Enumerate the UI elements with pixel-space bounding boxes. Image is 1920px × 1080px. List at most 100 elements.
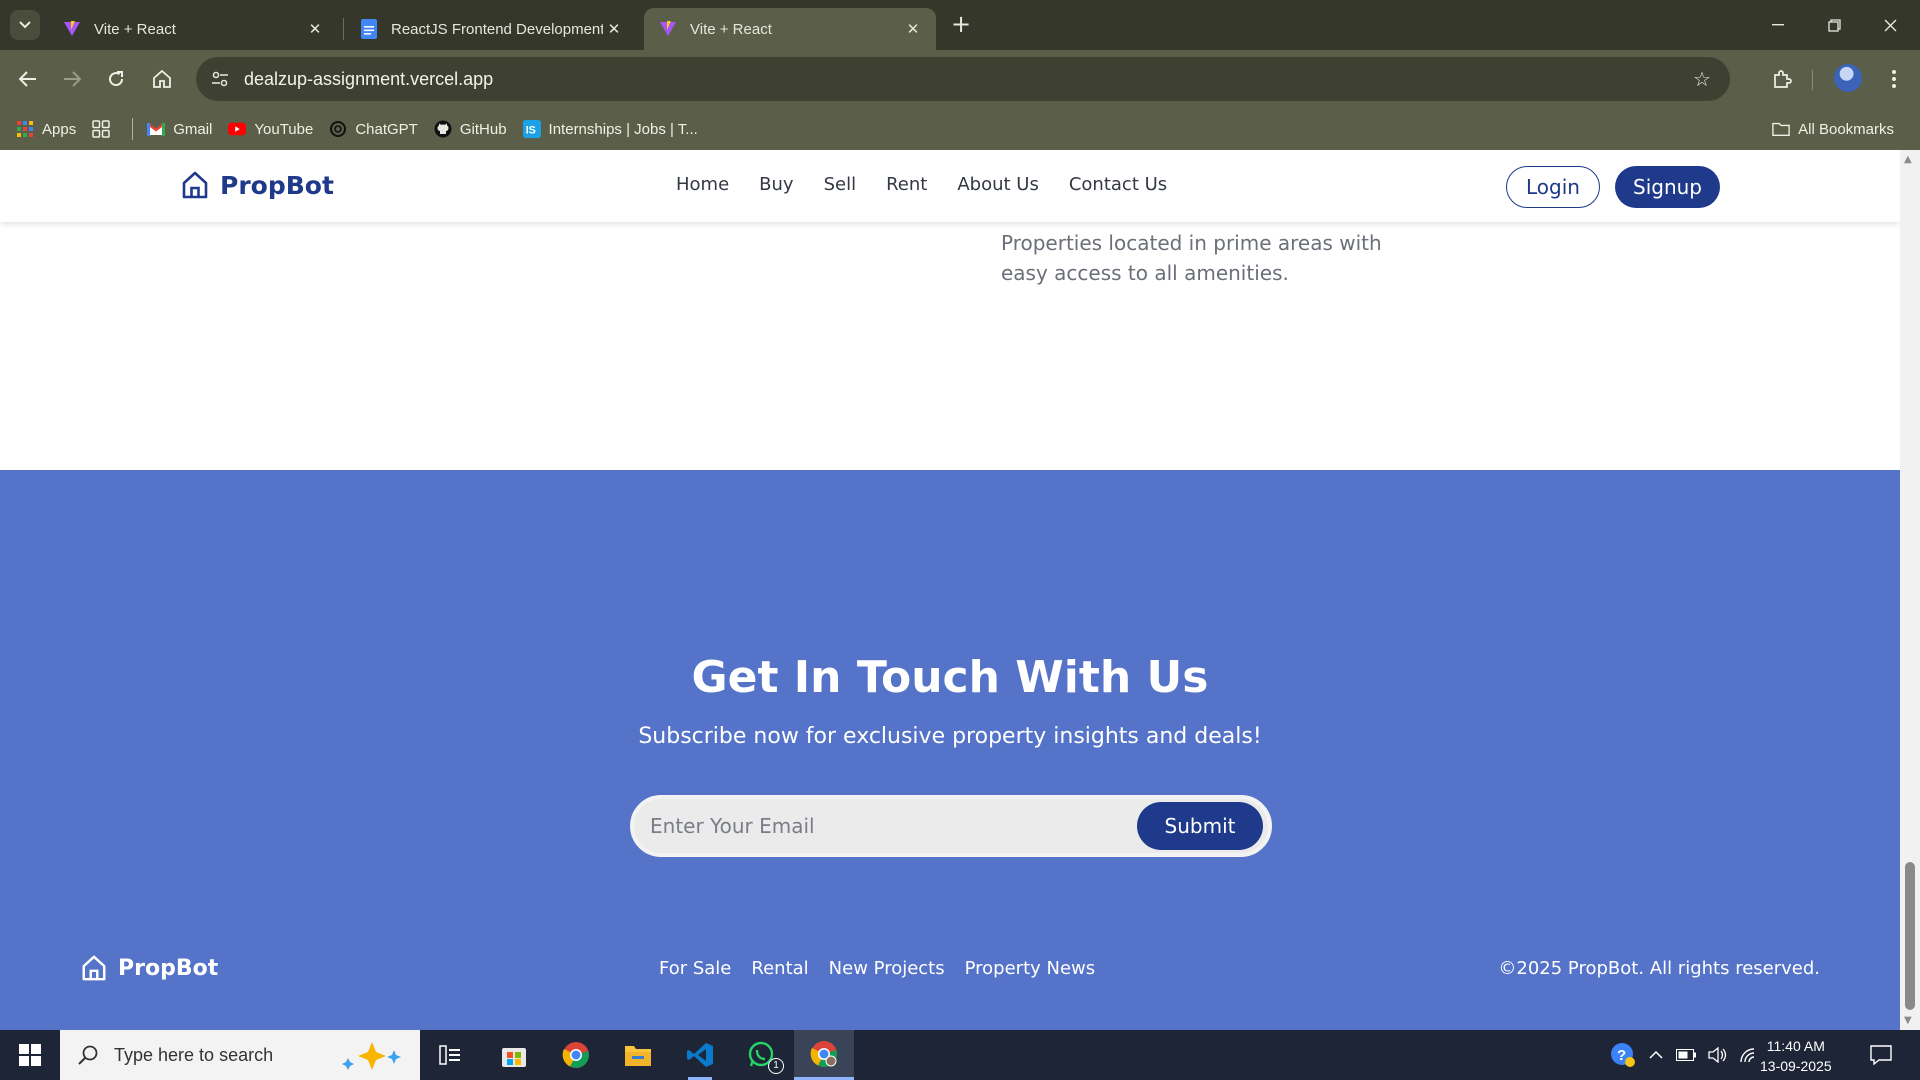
bookmark-apps[interactable]: Apps — [8, 114, 84, 144]
restore-button[interactable] — [1806, 0, 1862, 50]
main-nav: Home Buy Sell Rent About Us Contact Us — [676, 174, 1167, 195]
nav-link-contact[interactable]: Contact Us — [1069, 174, 1167, 195]
login-button[interactable]: Login — [1506, 166, 1600, 208]
nav-link-rent[interactable]: Rent — [886, 174, 927, 195]
tab-search-button[interactable] — [10, 10, 40, 40]
scrollbar-thumb[interactable] — [1905, 862, 1915, 1010]
address-bar[interactable]: dealzup-assignment.vercel.app ☆ — [196, 57, 1730, 101]
url-text[interactable]: dealzup-assignment.vercel.app — [244, 69, 493, 90]
windows-taskbar: Type here to search 1 ? 11:40 AM 13-09-2… — [0, 1030, 1920, 1080]
restore-icon — [1827, 18, 1841, 32]
wifi-icon — [1740, 1048, 1755, 1063]
svg-text:?: ? — [1617, 1047, 1626, 1064]
tab-groups-icon — [92, 120, 110, 138]
scroll-up-arrow-icon[interactable]: ▲ — [1904, 154, 1912, 165]
toolbar-divider — [1812, 70, 1813, 90]
footer-link-new-projects[interactable]: New Projects — [829, 958, 945, 979]
new-tab-button[interactable]: + — [948, 12, 974, 38]
site-logo[interactable]: PropBot — [180, 170, 334, 200]
help-tray-button[interactable]: ? — [1608, 1030, 1638, 1080]
site-settings-icon[interactable] — [204, 63, 236, 95]
chevron-down-icon — [19, 21, 31, 29]
reload-button[interactable] — [100, 63, 132, 95]
nav-link-home[interactable]: Home — [676, 174, 729, 195]
bookmark-label: Internships | Jobs | T... — [548, 120, 698, 138]
browser-tab[interactable]: Vite + React ✕ — [48, 8, 338, 50]
tab-title: Vite + React — [94, 20, 176, 38]
all-bookmarks-button[interactable]: All Bookmarks — [1764, 114, 1902, 144]
bookmark-internshala[interactable]: IS Internships | Jobs | T... — [515, 114, 706, 144]
show-hidden-icons-button[interactable] — [1644, 1030, 1668, 1080]
browser-tab-active[interactable]: Vite + React ✕ — [644, 8, 936, 50]
submit-button[interactable]: Submit — [1137, 802, 1263, 850]
folder-icon — [625, 1046, 651, 1066]
scroll-down-arrow-icon[interactable]: ▼ — [1904, 1015, 1912, 1026]
footer-link-for-sale[interactable]: For Sale — [659, 958, 731, 979]
task-view-icon — [439, 1045, 460, 1065]
chrome-profile-button[interactable] — [794, 1030, 854, 1080]
microsoft-store-button[interactable] — [484, 1030, 544, 1080]
minimize-icon — [1772, 24, 1784, 26]
footer-links: For Sale Rental New Projects Property Ne… — [659, 958, 1095, 979]
footer-link-rental[interactable]: Rental — [751, 958, 808, 979]
bookmark-gmail[interactable]: Gmail — [139, 114, 220, 144]
close-window-button[interactable] — [1862, 0, 1918, 50]
tab-divider — [343, 18, 344, 40]
bookmark-label: Apps — [42, 120, 77, 138]
forward-button[interactable] — [56, 63, 88, 95]
bookmark-tab-groups[interactable] — [84, 114, 126, 144]
vscode-button[interactable] — [670, 1030, 730, 1080]
battery-tray-button[interactable] — [1672, 1030, 1700, 1080]
browser-tab-bar: Vite + React ✕ ReactJS Frontend Developm… — [0, 0, 1920, 50]
taskbar-search[interactable]: Type here to search — [60, 1030, 420, 1080]
menu-button[interactable] — [1878, 63, 1910, 95]
footer-logo[interactable]: PropBot — [80, 954, 218, 982]
nav-link-buy[interactable]: Buy — [759, 174, 793, 195]
page-viewport: PropBot Home Buy Sell Rent About Us Cont… — [0, 150, 1900, 1030]
minimize-button[interactable] — [1750, 0, 1806, 50]
bookmark-youtube[interactable]: YouTube — [220, 114, 321, 144]
reload-icon — [109, 71, 124, 87]
close-icon[interactable]: ✕ — [603, 18, 625, 40]
home-button[interactable] — [146, 63, 178, 95]
nav-link-about[interactable]: About Us — [957, 174, 1039, 195]
kebab-menu-icon — [1892, 70, 1896, 88]
github-icon — [434, 120, 452, 138]
internshala-icon: IS — [522, 120, 541, 138]
nav-link-sell[interactable]: Sell — [824, 174, 857, 195]
task-view-button[interactable] — [420, 1030, 480, 1080]
taskbar-clock[interactable]: 11:40 AM 13-09-2025 — [1760, 1036, 1832, 1076]
email-input[interactable] — [650, 799, 1120, 853]
bookmark-label: YouTube — [254, 120, 314, 138]
bookmark-star-icon[interactable]: ☆ — [1686, 63, 1718, 95]
close-icon[interactable]: ✕ — [304, 18, 326, 40]
site-header: PropBot Home Buy Sell Rent About Us Cont… — [0, 150, 1900, 222]
apps-grid-icon — [16, 120, 34, 138]
close-icon[interactable]: ✕ — [902, 18, 924, 40]
start-button[interactable] — [0, 1030, 60, 1080]
bookmark-github[interactable]: GitHub — [426, 114, 515, 144]
whatsapp-button[interactable]: 1 — [732, 1030, 792, 1080]
bookmarks-bar: Apps Gmail YouTube ChatGPT GitHub IS Int — [0, 108, 1920, 150]
browser-tab[interactable]: ReactJS Frontend Development ✕ — [345, 8, 637, 50]
tab-title: ReactJS Frontend Development — [391, 20, 603, 38]
back-button[interactable] — [12, 63, 44, 95]
search-icon — [78, 1045, 98, 1065]
feature-description: Properties located in prime areas with e… — [1001, 231, 1382, 285]
store-icon — [502, 1048, 526, 1067]
footer-brand-name: PropBot — [118, 955, 219, 981]
file-explorer-button[interactable] — [608, 1030, 668, 1080]
bookmark-chatgpt[interactable]: ChatGPT — [321, 114, 426, 144]
extensions-button[interactable] — [1766, 63, 1798, 95]
footer-link-property-news[interactable]: Property News — [965, 958, 1096, 979]
profile-avatar[interactable] — [1834, 64, 1862, 92]
home-icon — [153, 70, 171, 88]
page-scrollbar[interactable]: ▲ ▼ — [1900, 150, 1920, 1030]
signup-button[interactable]: Signup — [1615, 166, 1720, 208]
volume-tray-button[interactable] — [1704, 1030, 1732, 1080]
taskbar-search-placeholder: Type here to search — [114, 1044, 274, 1065]
vscode-icon — [687, 1043, 713, 1067]
notifications-button[interactable] — [1862, 1030, 1900, 1080]
chrome-button[interactable] — [546, 1030, 606, 1080]
network-tray-button[interactable] — [1736, 1030, 1760, 1080]
